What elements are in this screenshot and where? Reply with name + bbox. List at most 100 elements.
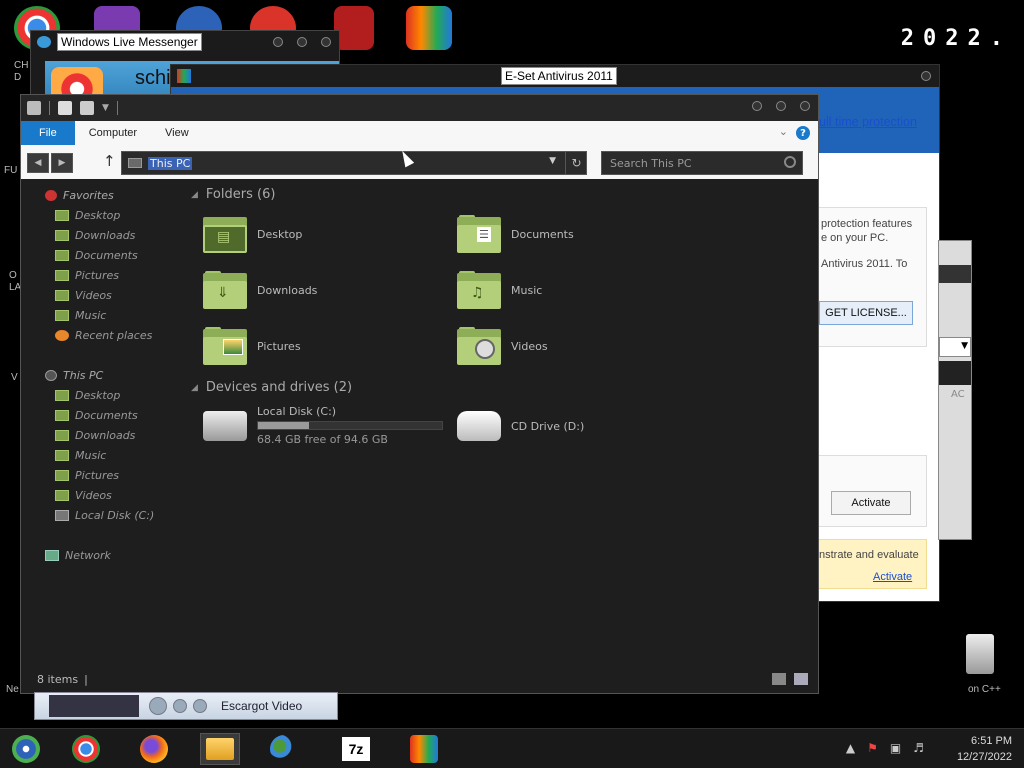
clock-time: 6:51 PM bbox=[971, 735, 1012, 747]
customize-quick-access-icon[interactable]: ▼ bbox=[102, 103, 109, 113]
nav-pc-music[interactable]: Music bbox=[55, 449, 106, 462]
properties-icon[interactable] bbox=[58, 101, 72, 115]
nav-pc-desktop[interactable]: Desktop bbox=[55, 389, 120, 402]
search-icon[interactable] bbox=[784, 156, 796, 168]
nav-pc-documents[interactable]: Documents bbox=[55, 409, 138, 422]
nav-this-pc[interactable]: This PC bbox=[45, 369, 103, 382]
refresh-button[interactable]: ↻ bbox=[565, 152, 587, 174]
drive-cd[interactable]: CD Drive (D:) bbox=[457, 411, 584, 441]
folder-documents[interactable]: ☰ Documents bbox=[457, 215, 574, 253]
file-explorer-icon[interactable] bbox=[200, 733, 240, 765]
nav-favorites-desktop[interactable]: Desktop bbox=[55, 209, 120, 222]
system-tray: ▲ ⚑ ▣ ♬ bbox=[846, 741, 924, 755]
media-player-bar[interactable]: Escargot Video bbox=[34, 692, 338, 720]
next-button[interactable] bbox=[193, 699, 207, 713]
avg-icon[interactable] bbox=[404, 733, 444, 765]
folder-videos[interactable]: Videos bbox=[457, 327, 548, 365]
game-desktop-icon[interactable] bbox=[334, 6, 374, 50]
back-button[interactable]: ◀ bbox=[27, 153, 49, 173]
nav-label: Desktop bbox=[75, 389, 121, 402]
desktop-icon bbox=[55, 210, 69, 221]
tab-view[interactable]: View bbox=[151, 121, 203, 145]
nav-favorites-downloads[interactable]: Downloads bbox=[55, 229, 135, 242]
media-center-icon[interactable] bbox=[6, 733, 46, 765]
nav-network[interactable]: Network bbox=[45, 549, 111, 562]
nav-pc-videos[interactable]: Videos bbox=[55, 489, 112, 502]
help-icon[interactable]: ? bbox=[796, 126, 810, 140]
folder-pictures[interactable]: Pictures bbox=[203, 327, 301, 365]
activate-button[interactable]: Activate bbox=[831, 491, 911, 515]
folder-music[interactable]: ♫ Music bbox=[457, 271, 542, 309]
file-explorer-window[interactable]: ▼ File Computer View ⌄ ? ◀ ▶ ↑ This PC ▼… bbox=[20, 94, 819, 694]
explorer-titlebar[interactable]: ▼ bbox=[21, 95, 818, 121]
address-bar[interactable]: This PC ▼ bbox=[121, 151, 587, 175]
chrome-icon[interactable] bbox=[66, 733, 106, 765]
realtime-protection-link[interactable]: ull time protection bbox=[819, 115, 917, 129]
recycle-bin-icon[interactable] bbox=[966, 634, 994, 674]
maximize-button[interactable] bbox=[776, 101, 786, 111]
tab-file[interactable]: File bbox=[21, 121, 75, 145]
status-bar: 8 items | bbox=[21, 665, 818, 693]
folder-downloads[interactable]: ⇓ Downloads bbox=[203, 271, 317, 309]
search-input[interactable]: Search This PC bbox=[601, 151, 803, 175]
messenger-icon[interactable] bbox=[264, 733, 304, 765]
7zip-label: 7z bbox=[342, 737, 370, 761]
firefox-icon[interactable] bbox=[134, 733, 174, 765]
explorer-content: Favorites Desktop Downloads Documents Pi… bbox=[21, 179, 818, 665]
action-center-icon[interactable]: ⚑ bbox=[867, 741, 878, 755]
devices-section-header[interactable]: ◢ Devices and drives (2) bbox=[191, 380, 352, 395]
new-folder-icon[interactable] bbox=[80, 101, 94, 115]
collapse-icon[interactable]: ◢ bbox=[191, 190, 198, 200]
collapse-icon[interactable]: ◢ bbox=[191, 383, 198, 393]
folder-label: Videos bbox=[511, 339, 548, 353]
desktop-label: Ne bbox=[6, 684, 19, 695]
minimize-button[interactable] bbox=[273, 37, 283, 47]
nav-pc-pictures[interactable]: Pictures bbox=[55, 469, 119, 482]
maximize-button[interactable] bbox=[297, 37, 307, 47]
nav-favorites-recent-places[interactable]: Recent places bbox=[55, 329, 152, 342]
nav-favorites-pictures[interactable]: Pictures bbox=[55, 269, 119, 282]
tab-computer[interactable]: Computer bbox=[75, 121, 151, 145]
status-separator: | bbox=[84, 672, 88, 686]
avg-desktop-icon[interactable] bbox=[406, 6, 452, 50]
eset-titlebar[interactable]: E-Set Antivirus 2011 bbox=[171, 65, 939, 87]
nav-favorites-documents[interactable]: Documents bbox=[55, 249, 138, 262]
close-button[interactable] bbox=[321, 37, 331, 47]
network-icon[interactable]: ▣ bbox=[890, 741, 901, 755]
address-value[interactable]: This PC bbox=[148, 156, 193, 170]
volume-icon[interactable]: ♬ bbox=[913, 741, 924, 755]
play-button[interactable] bbox=[149, 697, 167, 715]
large-icons-view-icon[interactable] bbox=[794, 673, 808, 685]
side-window[interactable]: ▼ AC bbox=[938, 240, 972, 540]
chevron-down-icon[interactable]: ▼ bbox=[549, 156, 556, 166]
eset-title: E-Set Antivirus 2011 bbox=[501, 67, 617, 85]
heart-icon bbox=[45, 190, 57, 201]
tray-expand-icon[interactable]: ▲ bbox=[846, 741, 855, 755]
drive-local-disk[interactable]: Local Disk (C:) 68.4 GB free of 94.6 GB bbox=[203, 405, 443, 446]
window-menu-icon[interactable] bbox=[27, 101, 41, 115]
nav-favorites[interactable]: Favorites bbox=[45, 189, 114, 202]
folders-section-header[interactable]: ◢ Folders (6) bbox=[191, 187, 275, 202]
folder-desktop[interactable]: ▤ Desktop bbox=[203, 215, 302, 253]
close-button[interactable] bbox=[800, 101, 810, 111]
get-license-button[interactable]: GET LICENSE... bbox=[819, 301, 913, 325]
music-icon bbox=[55, 450, 69, 461]
nav-favorites-videos[interactable]: Videos bbox=[55, 289, 112, 302]
nav-pc-downloads[interactable]: Downloads bbox=[55, 429, 135, 442]
navigation-pane: Favorites Desktop Downloads Documents Pi… bbox=[21, 179, 171, 665]
dropdown-field[interactable]: ▼ bbox=[939, 337, 971, 357]
details-view-icon[interactable] bbox=[772, 673, 786, 685]
expand-ribbon-icon[interactable]: ⌄ bbox=[779, 125, 788, 138]
previous-button[interactable] bbox=[173, 699, 187, 713]
activate-link[interactable]: Activate bbox=[873, 571, 912, 583]
forward-button[interactable]: ▶ bbox=[51, 153, 73, 173]
close-button[interactable] bbox=[921, 71, 931, 81]
nav-pc-local-disk[interactable]: Local Disk (C:) bbox=[55, 509, 154, 522]
7zip-icon[interactable]: 7z bbox=[336, 733, 376, 765]
taskbar-clock[interactable]: 6:51 PM 12/27/2022 bbox=[957, 733, 1012, 765]
hard-drive-icon bbox=[55, 510, 69, 521]
up-arrow-icon[interactable]: ↑ bbox=[103, 152, 116, 170]
nav-favorites-music[interactable]: Music bbox=[55, 309, 106, 322]
drive-free-space: 68.4 GB free of 94.6 GB bbox=[257, 433, 388, 446]
minimize-button[interactable] bbox=[752, 101, 762, 111]
